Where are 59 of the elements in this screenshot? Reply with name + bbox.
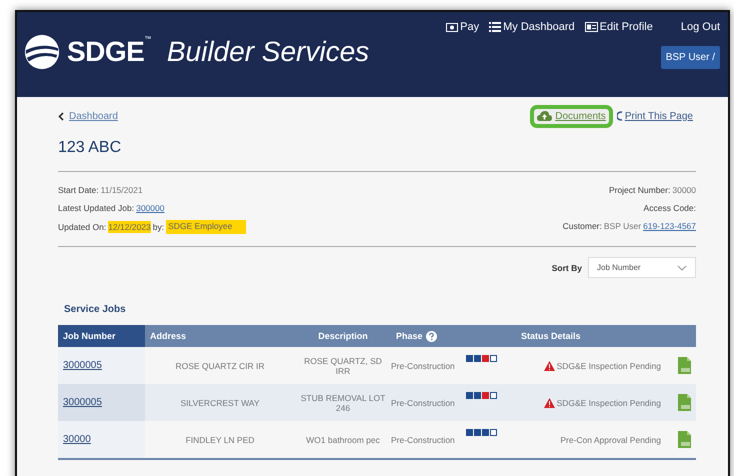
cash-icon: [446, 22, 458, 32]
column-header: Address: [145, 325, 295, 347]
nav-link[interactable]: Pay: [446, 21, 480, 33]
detail-label: Latest Updated Job:: [58, 202, 134, 212]
highlighted-user: SDGE Employee: [166, 220, 246, 234]
sort-label: Sort By: [552, 262, 582, 272]
user-menu-button[interactable]: BSP User /: [660, 46, 720, 69]
table-cell: SILVERCREST WAY: [145, 384, 295, 421]
detail-label: Updated On:: [58, 222, 106, 232]
action-link[interactable]: Documents: [534, 108, 609, 124]
brand-name: SDGE$^{™}$: [67, 36, 151, 68]
table-cell: Pre-Construction: [391, 347, 461, 384]
nav-link[interactable]: Edit Profile: [584, 21, 653, 33]
column-header: Description: [295, 325, 391, 347]
pdf-file-icon[interactable]: [678, 357, 691, 374]
job-number-link[interactable]: 30000: [63, 434, 91, 445]
pdf-file-icon[interactable]: [678, 394, 691, 411]
detail-value: BSP User: [604, 220, 642, 230]
chevron-down-icon: [677, 264, 687, 270]
highlighted-date: 12/12/2023: [108, 221, 151, 233]
column-header: Phase: [391, 325, 461, 347]
detail-label: Start Date:: [58, 184, 99, 194]
detail-label: Project Number:: [608, 184, 670, 194]
chevron-left-icon: [58, 112, 64, 120]
action-link[interactable]: Print This Page: [614, 108, 696, 124]
table-cell: Pre-Construction: [391, 384, 461, 421]
back-link[interactable]: Dashboard: [58, 110, 118, 122]
help-icon: [426, 330, 437, 342]
site-title: Builder Services: [166, 36, 370, 68]
detail-value: 30000: [672, 184, 696, 194]
phone-link[interactable]: 619-123-4567: [643, 220, 696, 230]
job-link[interactable]: 300000: [136, 202, 164, 212]
table-cell: ROSE QUARTZ, SD IRR: [295, 347, 391, 384]
column-header: Job Number: [58, 325, 145, 347]
list-icon: [489, 22, 502, 32]
id-card-icon: [584, 22, 598, 32]
project-title: 123 ABC: [58, 139, 122, 157]
nav-link[interactable]: Log Out: [680, 21, 720, 33]
job-number-link[interactable]: 3000005: [63, 360, 102, 371]
table-cell: ROSE QUARTZ CIR IR: [145, 347, 295, 384]
table-cell: STUB REMOVAL LOT 246: [295, 384, 391, 421]
detail-value: 11/15/2021: [100, 184, 143, 194]
logo-icon: [23, 32, 61, 70]
column-header: Status Details: [461, 325, 696, 347]
sort-dropdown[interactable]: Job Number: [588, 257, 696, 278]
job-number-link[interactable]: 3000005: [63, 397, 102, 408]
detail-label: by:: [152, 222, 164, 232]
section-title: Service Jobs: [64, 304, 127, 315]
table-cell: Pre-Construction: [391, 421, 461, 459]
nav-link[interactable]: My Dashboard: [489, 21, 575, 33]
status-text: SDG&E Inspection Pending: [556, 360, 661, 370]
detail-label: Customer:: [562, 220, 602, 230]
status-text: Pre-Con Approval Pending: [560, 434, 661, 444]
pdf-file-icon[interactable]: [678, 431, 691, 448]
table-cell: FINDLEY LN PED: [145, 421, 295, 459]
cloud-upload-icon: [537, 111, 552, 121]
detail-label: Access Code:: [644, 202, 696, 212]
table-cell: WO1 bathroom pec: [295, 421, 391, 459]
status-text: SDG&E Inspection Pending: [556, 398, 661, 408]
